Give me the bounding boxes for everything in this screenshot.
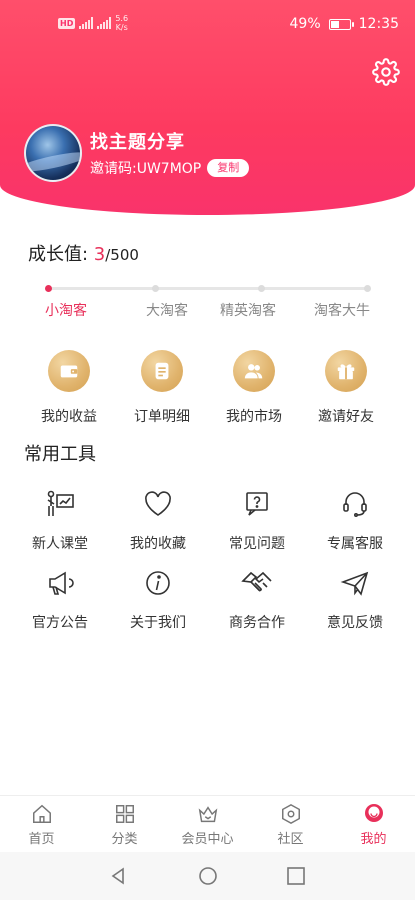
team-icon	[233, 350, 275, 392]
crown-icon	[196, 802, 220, 826]
tool-business[interactable]: 商务合作	[207, 566, 307, 632]
tab-label: 会员中心	[181, 832, 234, 847]
profile-text: 找主题分享 邀请码:UW7MOP 复制	[90, 128, 250, 178]
network-speed-unit: K/s	[115, 23, 128, 32]
tool-label: 意见反馈	[327, 615, 383, 631]
quick-action-earnings[interactable]: 我的收益	[19, 350, 119, 426]
tool-newbie-class[interactable]: 新人课堂	[10, 487, 110, 553]
battery-percent: 49%	[289, 16, 321, 32]
hexagon-icon	[279, 802, 303, 826]
quick-action-label: 我的收益	[41, 409, 97, 425]
level-track	[45, 285, 371, 292]
tools-section-title: 常用工具	[24, 444, 96, 465]
recent-apps-icon[interactable]	[286, 866, 306, 886]
tab-community[interactable]: 社区	[249, 802, 332, 847]
tab-label: 社区	[277, 832, 304, 847]
quick-action-invite[interactable]: 邀请好友	[296, 350, 396, 426]
home-icon	[30, 802, 54, 826]
profile-card: 找主题分享 邀请码:UW7MOP 复制	[24, 124, 250, 182]
tool-label: 常见问题	[229, 536, 285, 552]
level-label-3: 精英淘客	[220, 303, 276, 319]
invite-code: 邀请码:UW7MOP	[90, 161, 202, 177]
tool-label: 我的收藏	[130, 536, 186, 552]
level-dot-1	[45, 285, 52, 292]
tool-faq[interactable]: 常见问题	[207, 487, 307, 553]
order-list-icon	[141, 350, 183, 392]
battery-fill	[330, 20, 339, 28]
tool-label: 新人课堂	[32, 536, 88, 552]
handshake-icon	[240, 566, 274, 600]
network-speed-value: 5.6	[115, 14, 129, 23]
hd-badge: HD	[58, 17, 76, 29]
heart-icon	[141, 487, 175, 521]
tab-label: 我的	[360, 832, 387, 847]
tab-label: 首页	[28, 832, 55, 847]
paper-plane-icon	[338, 566, 372, 600]
signal-icon-2	[97, 17, 112, 29]
profile-icon	[362, 802, 386, 826]
level-dot-2	[152, 285, 159, 292]
bottom-tab-bar: 首页 分类 会员中心 社区 我的	[0, 795, 415, 852]
tool-label: 商务合作	[229, 615, 285, 631]
wallet-icon	[48, 350, 90, 392]
settings-button[interactable]	[372, 58, 400, 86]
status-bar: HD 5.6 K/s 49% 12:35	[0, 0, 415, 44]
gift-icon	[325, 350, 367, 392]
question-icon	[240, 487, 274, 521]
level-dot-4	[364, 285, 371, 292]
level-dot-3	[258, 285, 265, 292]
tool-label: 专属客服	[327, 536, 383, 552]
megaphone-icon	[43, 566, 77, 600]
copy-button[interactable]: 复制	[207, 159, 250, 177]
level-label-1: 小淘客	[45, 303, 87, 319]
tool-favorites[interactable]: 我的收藏	[108, 487, 208, 553]
network-speed: 5.6 K/s	[115, 14, 128, 32]
info-icon	[141, 566, 175, 600]
growth-total: /500	[105, 246, 139, 264]
level-label-2: 大淘客	[146, 303, 188, 319]
battery-icon	[328, 18, 354, 30]
tool-label: 关于我们	[130, 615, 186, 631]
quick-action-label: 我的市场	[226, 409, 282, 425]
growth-label: 成长值:	[28, 244, 94, 265]
gear-icon	[372, 58, 400, 86]
headset-icon	[338, 487, 372, 521]
growth-current: 3	[93, 244, 106, 265]
signal-icon	[79, 17, 94, 29]
tab-mine[interactable]: 我的	[332, 802, 415, 847]
invite-row: 邀请码:UW7MOP 复制	[90, 158, 250, 178]
status-indicators: HD 5.6 K/s	[58, 14, 128, 32]
username: 找主题分享	[90, 132, 185, 153]
system-navigation-bar	[0, 852, 415, 900]
back-icon[interactable]	[108, 866, 128, 886]
quick-action-label: 订单明细	[134, 409, 190, 425]
clock: 12:35	[358, 16, 399, 32]
status-right: 49% 12:35	[290, 16, 399, 32]
tab-category[interactable]: 分类	[83, 802, 166, 847]
tool-feedback[interactable]: 意见反馈	[305, 566, 405, 632]
quick-action-orders[interactable]: 订单明细	[112, 350, 212, 426]
tool-about-us[interactable]: 关于我们	[108, 566, 208, 632]
tab-member-center[interactable]: 会员中心	[166, 802, 249, 847]
tab-home[interactable]: 首页	[0, 802, 83, 847]
grid-icon	[113, 802, 137, 826]
quick-action-market[interactable]: 我的市场	[204, 350, 304, 426]
tab-label: 分类	[111, 832, 138, 847]
quick-action-label: 邀请好友	[318, 409, 374, 425]
tool-customer-service[interactable]: 专属客服	[305, 487, 405, 553]
home-circle-icon[interactable]	[198, 866, 218, 886]
teacher-icon	[43, 487, 77, 521]
tool-announcements[interactable]: 官方公告	[10, 566, 110, 632]
tool-label: 官方公告	[32, 615, 88, 631]
avatar[interactable]	[24, 124, 82, 182]
growth-value: 成长值: 3/500	[28, 240, 139, 266]
level-label-4: 淘客大牛	[314, 303, 370, 319]
